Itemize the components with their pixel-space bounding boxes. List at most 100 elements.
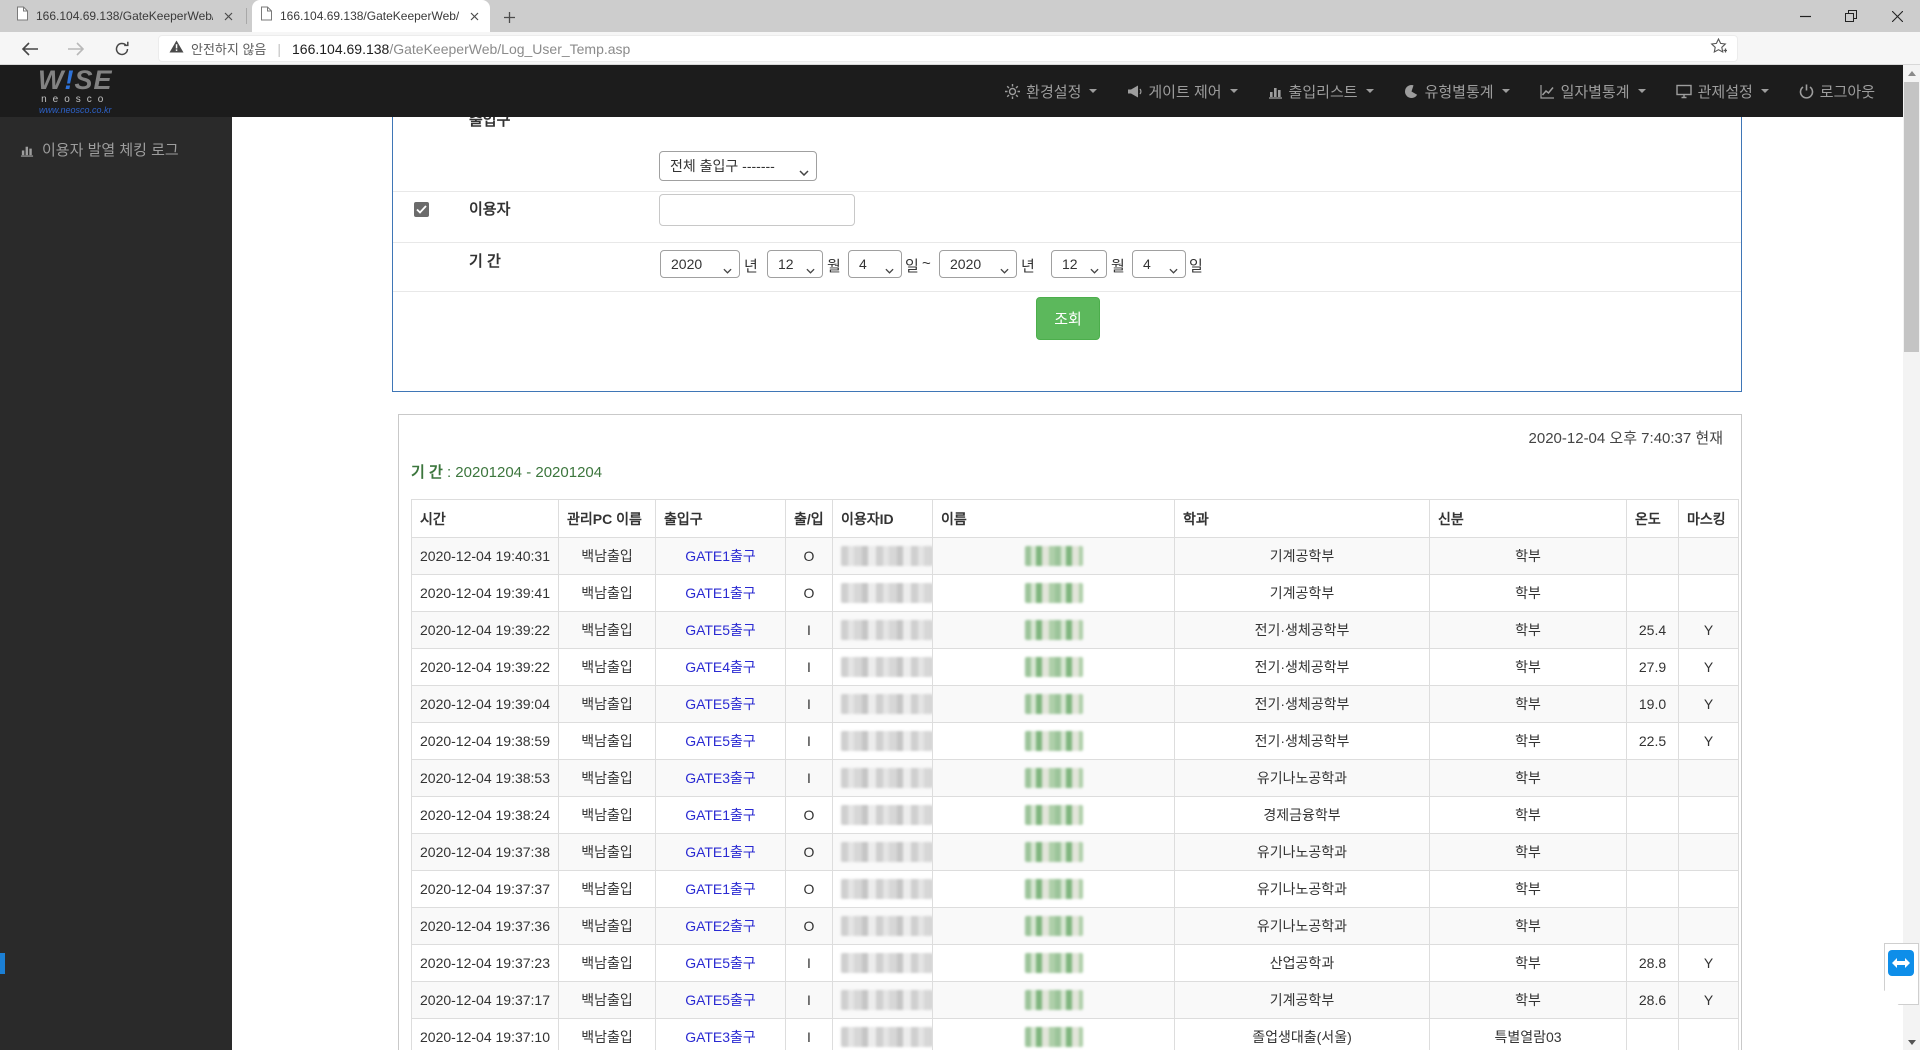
teamviewer-icon[interactable] bbox=[1888, 950, 1914, 976]
restore-icon[interactable] bbox=[1828, 0, 1874, 32]
from-day-select[interactable]: 4 bbox=[848, 250, 902, 278]
log-table-body: 2020-12-04 19:40:31 백남출입 GATE1출구 O 기계공학부 학부 20… bbox=[411, 537, 1739, 1050]
masked-user-name bbox=[1024, 1027, 1083, 1047]
menu-gate-control[interactable]: 게이트 제어 bbox=[1127, 81, 1238, 102]
menu-settings[interactable]: 환경설정 bbox=[1005, 81, 1098, 102]
menu-stats-by-date[interactable]: 일자별통계 bbox=[1539, 81, 1646, 102]
gate-link[interactable]: GATE1출구 bbox=[685, 548, 756, 564]
gate-link[interactable]: GATE1출구 bbox=[685, 881, 756, 897]
cell-temperature: 25.4 bbox=[1626, 611, 1679, 649]
scrollbar-thumb[interactable] bbox=[1904, 82, 1919, 352]
gate-link[interactable]: GATE5출구 bbox=[685, 622, 756, 638]
cell-dept: 유기나노공학과 bbox=[1174, 907, 1430, 945]
back-icon[interactable] bbox=[18, 37, 42, 61]
gate-link[interactable]: GATE4출구 bbox=[685, 659, 756, 675]
to-month-value: 12 bbox=[1062, 256, 1078, 272]
cell-time: 2020-12-04 19:37:36 bbox=[411, 907, 559, 945]
gate-link[interactable]: GATE5출구 bbox=[685, 992, 756, 1008]
from-month-value: 12 bbox=[778, 256, 794, 272]
to-year-select[interactable]: 2020 bbox=[939, 250, 1017, 278]
current-timestamp: 2020-12-04 오후 7:40:37 현재 bbox=[1528, 430, 1723, 447]
minimize-icon[interactable] bbox=[1782, 0, 1828, 32]
gate-link[interactable]: GATE3출구 bbox=[685, 770, 756, 786]
browser-tab-active[interactable]: 166.104.69.138/GateKeeperWeb/ bbox=[252, 0, 490, 32]
gate-link[interactable]: GATE2출구 bbox=[685, 918, 756, 934]
masked-user-id bbox=[841, 768, 932, 788]
tab-close-icon[interactable] bbox=[466, 8, 482, 24]
new-tab-icon[interactable] bbox=[500, 8, 518, 26]
menu-logout[interactable]: 로그아웃 bbox=[1799, 81, 1875, 102]
to-month-select[interactable]: 12 bbox=[1051, 250, 1107, 278]
teamviewer-panel[interactable] bbox=[1884, 943, 1919, 1005]
cell-user-id bbox=[832, 685, 933, 723]
menu-stats-by-type[interactable]: 유형별통계 bbox=[1404, 81, 1510, 102]
cell-temperature: 28.6 bbox=[1626, 981, 1679, 1019]
search-button[interactable]: 조회 bbox=[1036, 297, 1100, 340]
caret-down-icon bbox=[1229, 89, 1238, 93]
user-input[interactable] bbox=[659, 194, 855, 226]
scroll-down-icon[interactable] bbox=[1903, 1034, 1920, 1050]
gate-select[interactable]: 전체 출입구 ------- bbox=[659, 151, 817, 181]
cell-user-id bbox=[832, 833, 933, 871]
sidebar-item-fever-check-log[interactable]: 이용자 발열 체킹 로그 bbox=[0, 117, 232, 160]
tab-close-icon[interactable] bbox=[220, 8, 236, 24]
not-secure-label: 안전하지 않음 bbox=[191, 42, 267, 57]
forward-icon[interactable] bbox=[64, 37, 88, 61]
cell-temperature bbox=[1626, 537, 1679, 575]
gate-link[interactable]: GATE5출구 bbox=[685, 955, 756, 971]
cell-temperature bbox=[1626, 796, 1679, 834]
from-year-select[interactable]: 2020 bbox=[660, 250, 740, 278]
gate-link[interactable]: GATE1출구 bbox=[685, 844, 756, 860]
cell-rank: 학부 bbox=[1429, 981, 1627, 1019]
cell-rank: 학부 bbox=[1429, 870, 1627, 908]
menu-monitoring-settings[interactable]: 관제설정 bbox=[1675, 81, 1769, 102]
refresh-icon[interactable] bbox=[110, 37, 134, 61]
chevron-down-icon bbox=[885, 261, 894, 277]
page-doc-icon bbox=[260, 6, 273, 26]
cell-rank: 학부 bbox=[1429, 759, 1627, 797]
scroll-up-icon[interactable] bbox=[1903, 65, 1920, 81]
page-content: 출입구 전체 출입구 ------- 이용자 기 간 2020 년 12 월 4… bbox=[0, 65, 1920, 1050]
from-day-value: 4 bbox=[859, 256, 867, 272]
cell-time: 2020-12-04 19:39:22 bbox=[411, 611, 559, 649]
browser-tab-inactive[interactable]: 166.104.69.138/GateKeeperWeb/ bbox=[8, 0, 244, 32]
to-day-select[interactable]: 4 bbox=[1132, 250, 1186, 278]
cell-in-out: O bbox=[785, 796, 833, 834]
gate-link[interactable]: GATE5출구 bbox=[685, 733, 756, 749]
cell-masking bbox=[1678, 796, 1739, 834]
result-period: 기 간 : 20201204 - 20201204 bbox=[411, 461, 602, 482]
cell-user-name bbox=[932, 907, 1175, 945]
menu-access-list[interactable]: 출입리스트 bbox=[1268, 81, 1374, 102]
user-checkbox[interactable] bbox=[414, 202, 429, 217]
cell-temperature: 22.5 bbox=[1626, 722, 1679, 760]
cell-gate: GATE5출구 bbox=[655, 981, 786, 1019]
cell-dept: 전기·생체공학부 bbox=[1174, 722, 1430, 760]
menu-label: 관제설정 bbox=[1697, 83, 1753, 101]
cell-in-out: O bbox=[785, 870, 833, 908]
cell-pc-name: 백남출입 bbox=[558, 611, 656, 649]
close-window-icon[interactable] bbox=[1874, 0, 1920, 32]
side-panel-handle[interactable] bbox=[0, 953, 5, 974]
masked-user-id bbox=[841, 916, 932, 936]
cell-dept: 기계공학부 bbox=[1174, 537, 1430, 575]
from-month-select[interactable]: 12 bbox=[767, 250, 823, 278]
gate-link[interactable]: GATE3출구 bbox=[685, 1029, 756, 1045]
gate-link[interactable]: GATE5출구 bbox=[685, 696, 756, 712]
table-row: 2020-12-04 19:37:10 백남출입 GATE3출구 I 졸업생대출(서울)… bbox=[411, 1018, 1739, 1050]
cell-time: 2020-12-04 19:38:53 bbox=[411, 759, 559, 797]
cell-user-name bbox=[932, 1018, 1175, 1050]
add-favorite-star-icon[interactable] bbox=[1710, 37, 1728, 60]
page-scrollbar[interactable] bbox=[1903, 65, 1920, 1050]
cell-masking: Y bbox=[1678, 611, 1739, 649]
gate-link[interactable]: GATE1출구 bbox=[685, 807, 756, 823]
url-host: 166.104.69.138 bbox=[292, 40, 390, 57]
period-label: 기 간 bbox=[469, 253, 501, 270]
cell-user-id bbox=[832, 870, 933, 908]
cell-in-out: O bbox=[785, 833, 833, 871]
url-field[interactable]: 안전하지 않음 | 166.104.69.138 /GateKeeperWeb/… bbox=[158, 35, 1738, 62]
browser-address-bar: 안전하지 않음 | 166.104.69.138 /GateKeeperWeb/… bbox=[0, 32, 1920, 92]
col-gate: 출입구 bbox=[655, 499, 786, 538]
gate-link[interactable]: GATE1출구 bbox=[685, 585, 756, 601]
cell-masking bbox=[1678, 833, 1739, 871]
result-period-label: 기 간 bbox=[411, 464, 443, 481]
